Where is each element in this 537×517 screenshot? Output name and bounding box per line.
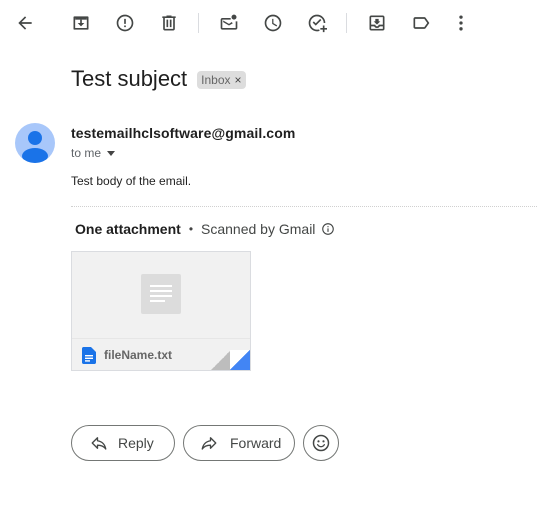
move-to-icon <box>369 15 385 31</box>
reply-button[interactable]: Reply <box>71 425 175 461</box>
email-subject: Test subject <box>71 66 188 91</box>
person-icon <box>22 131 48 163</box>
card-fold-shadow <box>211 350 231 370</box>
more-options-icon <box>459 15 463 31</box>
snooze-button[interactable] <box>253 3 293 43</box>
emoji-reaction-button[interactable] <box>303 425 339 461</box>
info-icon[interactable] <box>321 222 335 236</box>
label-icon <box>413 17 430 29</box>
back-arrow-icon <box>18 16 32 30</box>
show-details-icon[interactable] <box>107 150 116 156</box>
archive-button[interactable] <box>61 3 101 43</box>
inbox-label-chip[interactable]: Inbox × <box>197 71 246 89</box>
recipient-details[interactable]: to me <box>71 146 116 160</box>
back-button[interactable] <box>5 3 45 43</box>
scan-status: Scanned by Gmail <box>201 221 316 237</box>
snooze-icon <box>264 14 282 32</box>
reply-icon <box>91 437 107 450</box>
separator-dot: • <box>188 222 194 236</box>
label-chip-text: Inbox <box>201 73 231 87</box>
add-to-tasks-button[interactable] <box>297 3 337 43</box>
report-spam-button[interactable] <box>105 3 145 43</box>
add-to-tasks-icon <box>308 14 327 33</box>
subject-row: Test subject Inbox × <box>71 66 246 92</box>
delete-icon <box>162 15 176 31</box>
forward-icon <box>201 437 217 450</box>
forward-label: Forward <box>230 435 282 451</box>
toolbar-divider <box>198 13 199 33</box>
forward-button[interactable]: Forward <box>183 425 295 461</box>
more-options-button[interactable] <box>441 3 481 43</box>
message-toolbar <box>0 0 537 46</box>
toolbar-divider <box>346 13 347 33</box>
recipient-text: to me <box>71 146 102 160</box>
attachment-divider <box>71 206 537 207</box>
attachment-card[interactable]: fileName.txt <box>71 251 251 371</box>
sender-avatar[interactable] <box>15 123 55 163</box>
archive-icon <box>73 16 89 30</box>
text-file-icon <box>82 347 96 364</box>
remove-label-button[interactable]: × <box>235 73 242 87</box>
mark-unread-button[interactable] <box>209 3 249 43</box>
attachment-filename: fileName.txt <box>104 348 173 362</box>
delete-button[interactable] <box>149 3 189 43</box>
sender-email[interactable]: testemailhclsoftware@gmail.com <box>71 125 295 141</box>
card-fold-corner <box>230 350 250 370</box>
mark-unread-icon <box>220 14 238 30</box>
attachment-preview <box>72 252 250 338</box>
reply-label: Reply <box>118 435 154 451</box>
attachments-header: One attachment • Scanned by Gmail <box>75 221 335 237</box>
report-spam-icon <box>116 14 134 32</box>
email-body: Test body of the email. <box>71 174 192 188</box>
move-to-button[interactable] <box>357 3 397 43</box>
label-button[interactable] <box>401 3 441 43</box>
attachment-count: One attachment <box>75 221 181 237</box>
emoji-icon <box>312 434 330 452</box>
document-icon <box>141 274 181 314</box>
